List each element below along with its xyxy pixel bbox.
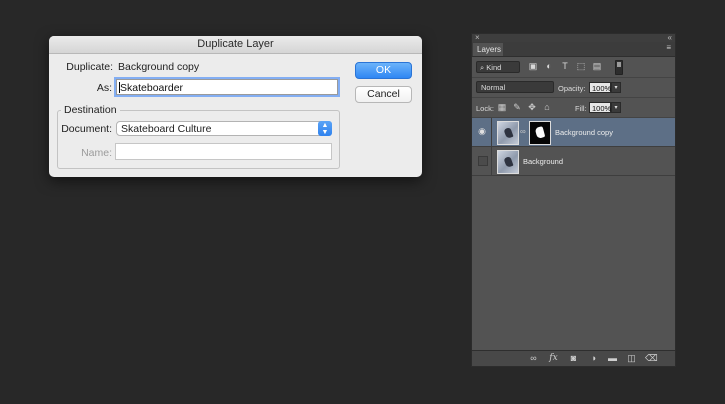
filter-toggle-switch[interactable] xyxy=(615,60,623,75)
link-layers-icon[interactable]: ∞ xyxy=(528,353,539,364)
ok-button[interactable]: OK xyxy=(355,62,412,79)
name-label: Name: xyxy=(81,147,112,159)
eye-visibility-icon[interactable]: ◉ xyxy=(477,126,487,136)
fill-label: Fill: xyxy=(575,104,587,113)
panel-header-strip: × « xyxy=(472,34,675,42)
destination-legend: Destination xyxy=(61,104,120,116)
filter-row: ⌕ Kind ▣ ◐ T ⬚ ▤ xyxy=(472,57,675,78)
lock-transparent-icon[interactable]: ▦ xyxy=(497,101,507,113)
visibility-divider xyxy=(491,118,492,146)
opacity-input[interactable]: 100% xyxy=(589,82,611,93)
as-label: As: xyxy=(96,82,112,94)
new-layer-icon[interactable]: ◫ xyxy=(626,353,637,364)
close-panel-icon[interactable]: × xyxy=(475,34,480,42)
layer-row-background-copy[interactable]: ◉ ∞ Background copy xyxy=(472,118,675,147)
adjustment-layer-icon[interactable]: ◑ xyxy=(588,353,599,364)
collapse-panel-icon[interactable]: « xyxy=(668,34,672,42)
duplicate-value: Background copy xyxy=(118,61,200,73)
new-group-folder-icon[interactable]: ▬ xyxy=(607,353,618,364)
blend-mode-select[interactable]: Normal xyxy=(476,81,554,93)
lock-row: Lock: ▦ ✎ ✥ ⌂ Fill: 100% ▾ xyxy=(472,98,675,118)
adjustment-filter-icon[interactable]: ◐ xyxy=(544,61,554,72)
lock-label: Lock: xyxy=(476,104,494,113)
layer-name[interactable]: Background copy xyxy=(555,128,613,137)
destination-group xyxy=(57,110,340,169)
fx-layer-style-icon[interactable]: fx xyxy=(548,353,559,364)
lock-position-move-icon[interactable]: ✥ xyxy=(527,101,537,113)
pixel-filter-icon[interactable]: ▣ xyxy=(528,61,538,72)
shape-filter-icon[interactable]: ⬚ xyxy=(576,61,586,72)
tab-layers[interactable]: Layers xyxy=(473,43,503,56)
type-filter-icon[interactable]: T xyxy=(560,61,570,72)
opacity-label: Opacity: xyxy=(558,84,586,93)
document-select-value: Skateboard Culture xyxy=(121,123,212,135)
layers-panel: × « Layers ≡ ⌕ Kind ▣ ◐ T ⬚ ▤ Normal Opa… xyxy=(471,33,676,367)
layer-thumbnail xyxy=(497,121,519,145)
layer-mask-thumbnail[interactable] xyxy=(529,121,551,145)
as-name-value: Skateboarder xyxy=(120,82,184,94)
mask-link-icon[interactable]: ∞ xyxy=(520,127,526,136)
name-input[interactable] xyxy=(115,143,332,160)
visibility-divider xyxy=(491,147,492,175)
smart-object-filter-icon[interactable]: ▤ xyxy=(592,61,602,72)
layer-thumbnail xyxy=(497,150,519,174)
dialog-title: Duplicate Layer xyxy=(49,36,422,54)
layer-row-background[interactable]: Background xyxy=(472,147,675,176)
opacity-dropdown-icon[interactable]: ▾ xyxy=(611,82,621,93)
cancel-button[interactable]: Cancel xyxy=(355,86,412,103)
panel-tabbar: Layers ≡ xyxy=(472,42,675,57)
add-mask-icon[interactable]: ◙ xyxy=(568,353,579,364)
duplicate-label: Duplicate: xyxy=(66,61,113,73)
document-label: Document: xyxy=(61,123,112,135)
panel-bottom-toolbar: ∞ fx ◙ ◑ ▬ ◫ ⌫ xyxy=(472,350,675,366)
lock-all-icon[interactable]: ⌂ xyxy=(542,101,552,113)
as-name-input[interactable]: Skateboarder xyxy=(116,79,338,95)
blend-row: Normal Opacity: 100% ▾ xyxy=(472,78,675,98)
document-select[interactable]: Skateboard Culture ▲ ▼ xyxy=(116,121,332,136)
visibility-toggle-empty[interactable] xyxy=(478,156,488,166)
lock-image-brush-icon[interactable]: ✎ xyxy=(512,101,522,113)
filter-kind-select[interactable]: ⌕ Kind xyxy=(476,61,520,73)
select-arrows-icon: ▲ ▼ xyxy=(318,121,332,136)
panel-menu-icon[interactable]: ≡ xyxy=(666,43,671,52)
layer-name[interactable]: Background xyxy=(523,157,563,166)
fill-input[interactable]: 100% xyxy=(589,102,611,113)
delete-trash-icon[interactable]: ⌫ xyxy=(645,353,658,364)
fill-dropdown-icon[interactable]: ▾ xyxy=(611,102,621,113)
duplicate-layer-dialog: Duplicate Layer Duplicate: Background co… xyxy=(49,36,422,177)
